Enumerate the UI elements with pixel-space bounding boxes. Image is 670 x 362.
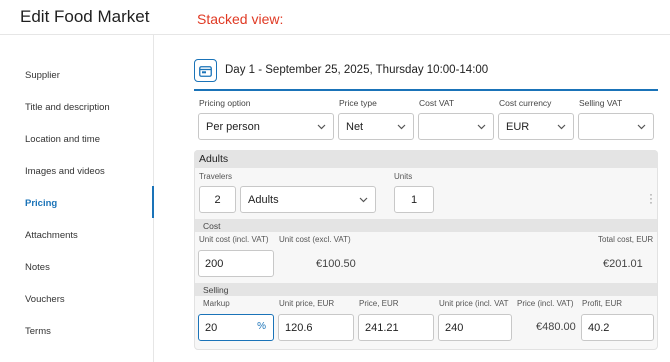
percent-icon: % — [257, 321, 266, 332]
units-label: Units — [394, 172, 413, 181]
price-label: Price, EUR — [359, 299, 399, 308]
sidebar-item-attachments[interactable]: Attachments — [25, 230, 78, 241]
price-type-select[interactable]: Net — [338, 113, 414, 140]
travelers-count-input[interactable]: 2 — [199, 186, 236, 213]
traveler-type-select[interactable]: Adults — [240, 186, 376, 213]
cost-currency-value: EUR — [506, 120, 530, 133]
sidebar-active-indicator — [152, 186, 154, 218]
selling-vat-label: Selling VAT — [579, 98, 623, 108]
price-type-value: Net — [346, 120, 364, 133]
traveler-type-value: Adults — [248, 193, 279, 206]
sidebar-item-terms[interactable]: Terms — [25, 326, 51, 337]
sidebar-item-images-and-videos[interactable]: Images and videos — [25, 166, 105, 177]
sidebar-item-pricing[interactable]: Pricing — [25, 198, 57, 209]
chevron-down-icon — [317, 124, 326, 130]
price-incl-label: Price (incl. VAT) — [517, 299, 574, 308]
sidebar-item-vouchers[interactable]: Vouchers — [25, 294, 65, 305]
adults-panel-header — [194, 150, 658, 168]
more-options-icon[interactable]: · · · — [649, 188, 653, 208]
price-type-label: Price type — [339, 98, 377, 108]
chevron-down-icon — [397, 124, 406, 130]
travelers-label: Travelers — [199, 172, 233, 181]
sidebar-item-supplier[interactable]: Supplier — [25, 70, 60, 81]
sidebar-item-location-and-time[interactable]: Location and time — [25, 134, 100, 145]
unit-cost-excl-label: Unit cost (excl. VAT) — [279, 235, 351, 244]
price-input[interactable]: 241.21 — [358, 314, 434, 341]
profit-input[interactable]: 40.2 — [581, 314, 654, 341]
chevron-down-icon — [557, 124, 566, 130]
chevron-down-icon — [637, 124, 646, 130]
markup-value: 20 — [205, 321, 218, 334]
unit-price-label: Unit price, EUR — [279, 299, 335, 308]
unit-price-input[interactable]: 120.6 — [278, 314, 354, 341]
pricing-option-value: Per person — [206, 120, 260, 133]
price-incl-value: €480.00 — [536, 321, 576, 333]
annotation-text: Stacked view: — [197, 11, 284, 27]
sidebar: Supplier Title and description Location … — [0, 35, 154, 362]
unit-price-incl-label: Unit price (incl. VAT — [439, 299, 509, 308]
cost-vat-label: Cost VAT — [419, 98, 455, 108]
selling-band — [195, 283, 657, 296]
adults-header-label: Adults — [199, 153, 229, 165]
cost-band-label: Cost — [203, 221, 221, 231]
day-title: Day 1 - September 25, 2025, Thursday 10:… — [225, 64, 489, 76]
unit-price-incl-input[interactable]: 240 — [438, 314, 512, 341]
profit-label: Profit, EUR — [582, 299, 623, 308]
sidebar-item-title-and-description[interactable]: Title and description — [25, 102, 110, 113]
cost-band — [195, 219, 657, 232]
cost-currency-label: Cost currency — [499, 98, 552, 108]
sidebar-item-notes[interactable]: Notes — [25, 262, 50, 273]
selling-vat-select[interactable] — [578, 113, 654, 140]
cost-currency-select[interactable]: EUR — [498, 113, 574, 140]
markup-label: Markup — [203, 299, 230, 308]
total-cost-value: €201.01 — [603, 258, 643, 270]
unit-cost-incl-label: Unit cost (incl. VAT) — [199, 235, 269, 244]
units-input[interactable]: 1 — [394, 186, 434, 213]
unit-cost-incl-input[interactable]: 200 — [198, 250, 274, 277]
chevron-down-icon — [477, 124, 486, 130]
calendar-icon[interactable] — [194, 59, 217, 82]
pricing-option-select[interactable]: Per person — [198, 113, 334, 140]
cost-vat-select[interactable] — [418, 113, 494, 140]
markup-input[interactable]: 20 % — [198, 314, 274, 341]
pricing-option-label: Pricing option — [199, 98, 251, 108]
total-cost-label: Total cost, EUR — [598, 235, 654, 244]
chevron-down-icon — [359, 197, 368, 203]
page-title: Edit Food Market — [20, 7, 150, 26]
selling-band-label: Selling — [203, 285, 229, 295]
day-divider — [194, 89, 658, 91]
unit-cost-excl-value: €100.50 — [316, 258, 356, 270]
